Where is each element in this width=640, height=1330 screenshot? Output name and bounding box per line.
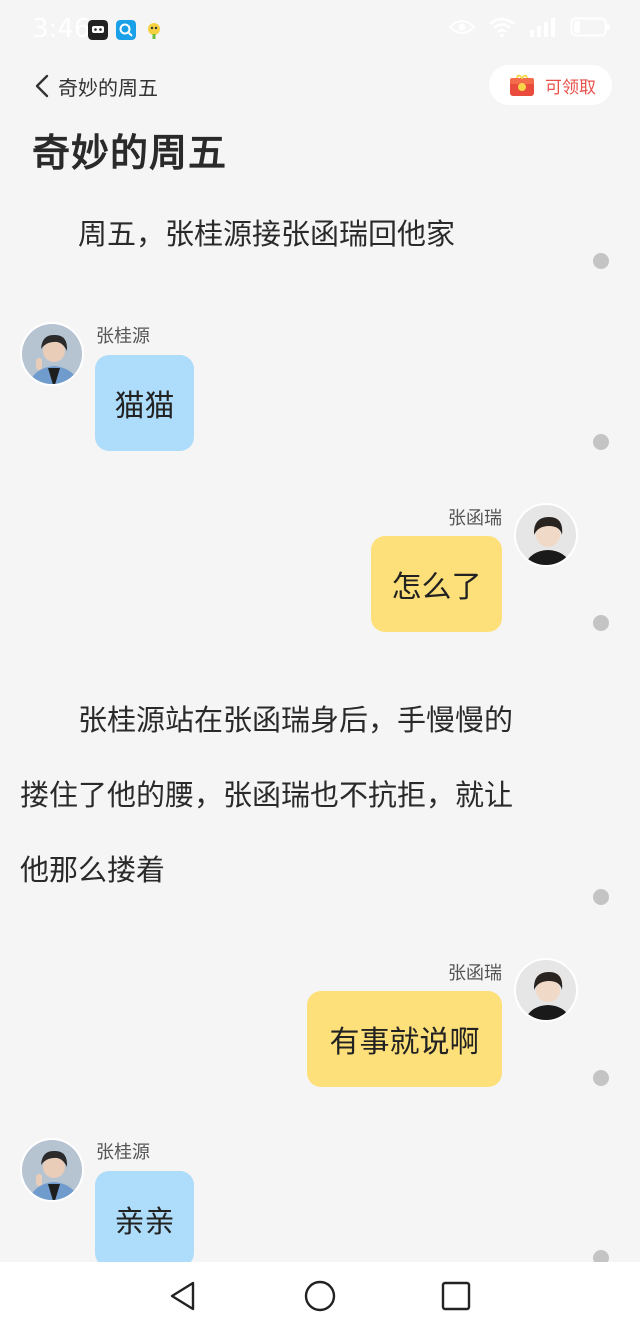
speaker-name: 张桂源	[96, 1142, 150, 1163]
narration-paragraph: 周五，张桂源接张函瑞回他家	[20, 197, 580, 272]
comment-dot[interactable]	[593, 434, 609, 450]
claim-label: 可领取	[545, 77, 596, 98]
narration-line: 他那么搂着	[20, 853, 166, 887]
comment-dot[interactable]	[593, 889, 609, 905]
comment-dot[interactable]	[593, 253, 609, 269]
comment-dot[interactable]	[593, 1070, 609, 1086]
narration-line: 周五，张桂源接张函瑞回他家	[20, 217, 456, 251]
chat-bubble: 有事就说啊	[307, 991, 502, 1087]
story-content: 奇妙的周五 可领取 奇妙的周五 周五，张桂源接张函瑞回他家 张桂源 猫猫 张函瑞…	[0, 0, 640, 1262]
claim-reward-button[interactable]: 可领取	[489, 65, 612, 105]
comment-dot[interactable]	[593, 615, 609, 631]
avatar-zhang-hanrui[interactable]	[514, 958, 578, 1022]
speaker-name: 张桂源	[96, 326, 150, 347]
speaker-name: 张函瑞	[448, 508, 502, 529]
chevron-left-icon	[35, 74, 49, 98]
avatar-portrait-icon	[22, 1140, 82, 1200]
avatar-zhang-guiyuan[interactable]	[20, 322, 84, 386]
speaker-name: 张函瑞	[448, 963, 502, 984]
back-title: 奇妙的周五	[58, 75, 158, 100]
recents-square-icon[interactable]	[438, 1278, 474, 1314]
chat-bubble: 猫猫	[95, 355, 194, 451]
back-button[interactable]: 奇妙的周五	[32, 70, 158, 102]
back-triangle-icon[interactable]	[164, 1278, 200, 1314]
avatar-portrait-icon	[22, 324, 82, 384]
chat-bubble: 亲亲	[95, 1171, 194, 1262]
home-circle-icon[interactable]	[302, 1278, 338, 1314]
page-title: 奇妙的周五	[32, 131, 228, 175]
avatar-portrait-icon	[516, 960, 576, 1020]
red-envelope-gift-icon	[510, 74, 534, 96]
narration-paragraph: 张桂源站在张函瑞身后，手慢慢的 搂住了他的腰，张函瑞也不抗拒，就让 他那么搂着	[20, 683, 580, 908]
avatar-zhang-guiyuan[interactable]	[20, 1138, 84, 1202]
system-nav-bar	[0, 1262, 640, 1330]
comment-dot[interactable]	[593, 1250, 609, 1262]
narration-line: 张桂源站在张函瑞身后，手慢慢的	[20, 703, 514, 737]
narration-line: 搂住了他的腰，张函瑞也不抗拒，就让	[20, 778, 514, 812]
avatar-portrait-icon	[516, 505, 576, 565]
avatar-zhang-hanrui[interactable]	[514, 503, 578, 567]
chat-bubble: 怎么了	[371, 536, 502, 632]
